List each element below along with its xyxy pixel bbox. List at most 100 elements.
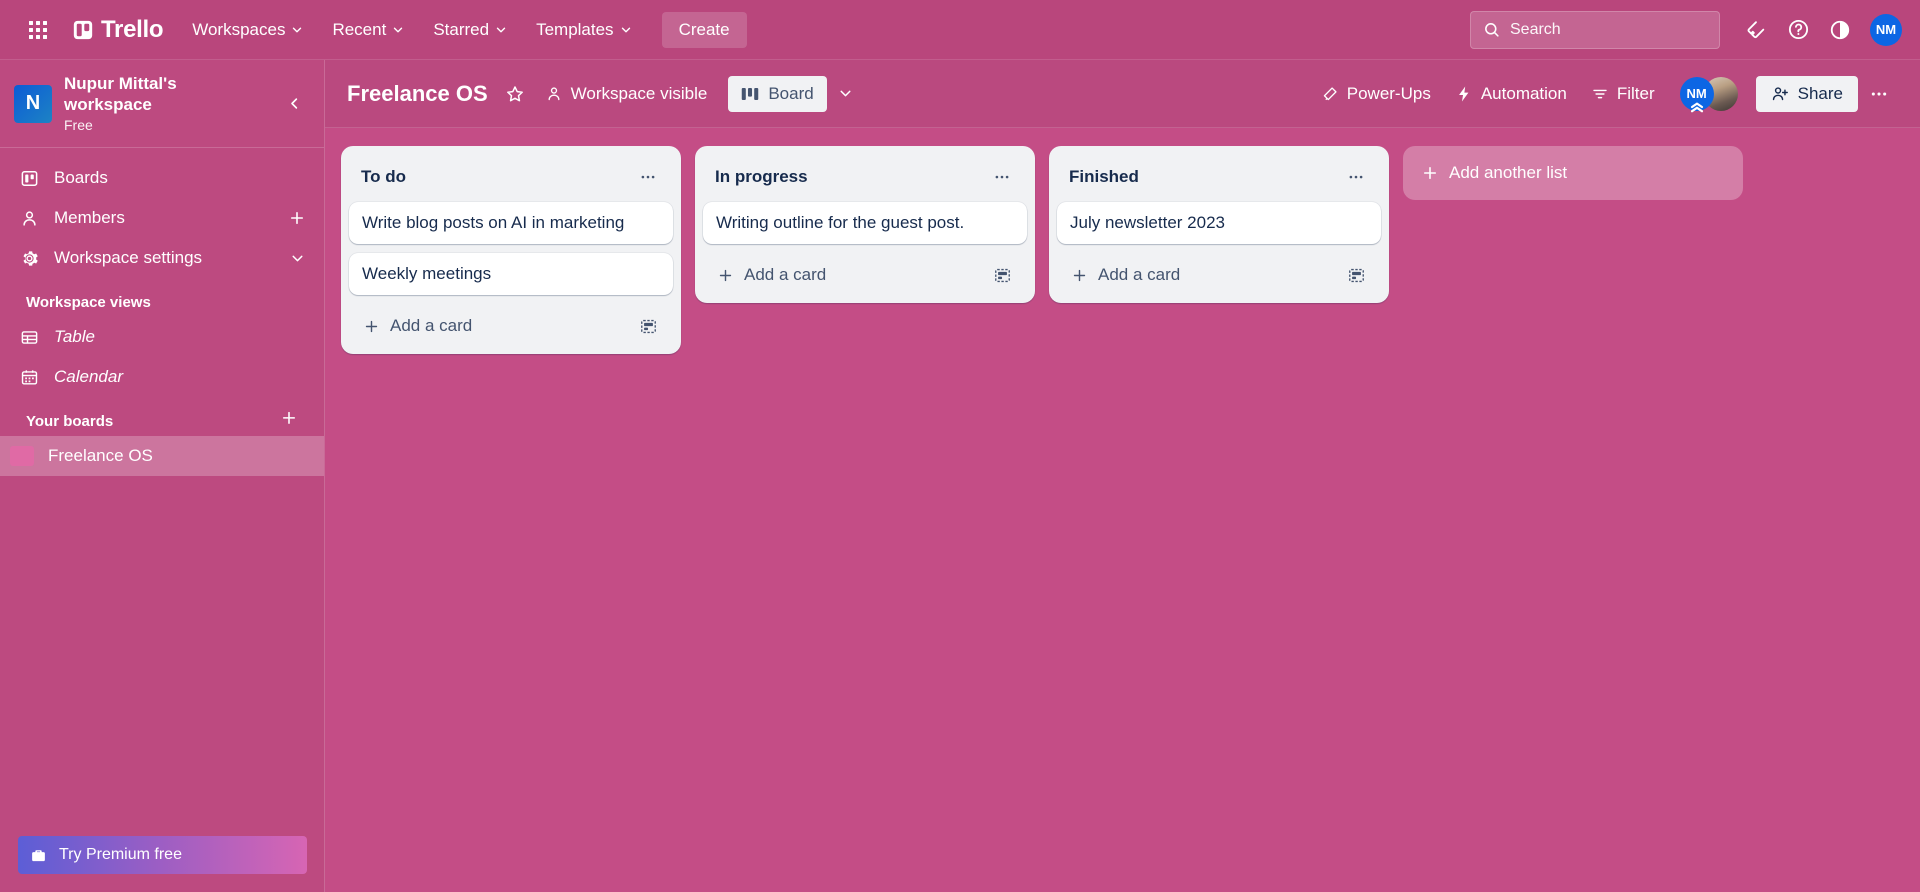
workspace-sidebar: N Nupur Mittal's workspace Free Boards M… bbox=[0, 60, 325, 892]
nav-workspaces-label: Workspaces bbox=[192, 19, 286, 39]
try-premium-free-button[interactable]: Try Premium free bbox=[18, 836, 307, 874]
sidebar-item-calendar[interactable]: Calendar bbox=[8, 357, 316, 397]
nav-item-starred[interactable]: Starred bbox=[422, 12, 519, 48]
calendar-icon bbox=[18, 368, 40, 387]
search-input[interactable]: Search bbox=[1470, 10, 1720, 49]
board-member-initials: NM bbox=[1686, 86, 1707, 101]
member-chevrons-badge-icon bbox=[1688, 102, 1706, 114]
add-board-button[interactable] bbox=[280, 409, 298, 427]
board-card[interactable]: Writing outline for the guest post. bbox=[703, 202, 1027, 244]
workspace-avatar: N bbox=[14, 84, 52, 123]
board-card[interactable]: July newsletter 2023 bbox=[1057, 202, 1381, 244]
board-view-button[interactable]: Board bbox=[728, 75, 827, 112]
members-icon bbox=[18, 209, 40, 228]
card-template-icon bbox=[1348, 268, 1364, 282]
list-footer: Add a card bbox=[349, 304, 673, 346]
plus-icon bbox=[363, 318, 380, 335]
plus-icon bbox=[290, 212, 304, 225]
add-another-list-button[interactable]: Add another list bbox=[1403, 146, 1743, 200]
top-nav-left: Trello Workspaces Recent Starred Templat… bbox=[18, 10, 747, 50]
sidebar-calendar-label: Calendar bbox=[54, 367, 123, 387]
apps-grid-button[interactable] bbox=[18, 10, 58, 50]
sidebar-item-members[interactable]: Members bbox=[8, 198, 316, 238]
board-visibility-button[interactable]: Workspace visible bbox=[534, 76, 719, 112]
board-view-icon bbox=[741, 86, 759, 102]
more-horizontal-icon bbox=[641, 175, 655, 179]
apps-grid-icon bbox=[29, 20, 47, 39]
more-horizontal-icon bbox=[1349, 175, 1363, 179]
create-button[interactable]: Create bbox=[661, 11, 747, 48]
briefcase-icon bbox=[30, 847, 47, 864]
sidebar-item-boards[interactable]: Boards bbox=[8, 158, 316, 198]
search-icon bbox=[1483, 21, 1500, 38]
list-menu-button[interactable] bbox=[1341, 162, 1371, 192]
nav-item-templates[interactable]: Templates bbox=[525, 12, 643, 48]
power-ups-button[interactable]: Power-Ups bbox=[1310, 76, 1442, 112]
sidebar-table-label: Table bbox=[54, 327, 95, 347]
nav-item-recent[interactable]: Recent bbox=[321, 12, 416, 48]
workspace-settings-expand-button[interactable] bbox=[289, 250, 306, 267]
board-view-label: Board bbox=[768, 83, 814, 103]
theme-toggle-button[interactable] bbox=[1820, 10, 1860, 50]
sidebar-workspace-settings-label: Workspace settings bbox=[54, 248, 203, 268]
create-from-template-button[interactable] bbox=[631, 309, 665, 343]
board-visibility-label: Workspace visible bbox=[570, 83, 708, 103]
brand-name: Trello bbox=[101, 15, 164, 43]
gear-icon bbox=[18, 249, 40, 268]
list-menu-button[interactable] bbox=[633, 162, 663, 192]
board-columns-icon bbox=[742, 87, 759, 100]
rocket-icon bbox=[1321, 85, 1339, 103]
nav-starred-label: Starred bbox=[433, 19, 490, 39]
trello-home-link[interactable]: Trello bbox=[62, 10, 175, 50]
sidebar-board-freelance-os[interactable]: Freelance OS bbox=[0, 436, 324, 477]
chevron-down-icon bbox=[290, 23, 304, 37]
add-card-button[interactable]: Add a card bbox=[711, 257, 985, 293]
filter-button[interactable]: Filter bbox=[1580, 76, 1666, 112]
collapse-sidebar-button[interactable] bbox=[280, 90, 308, 118]
search-placeholder: Search bbox=[1510, 20, 1561, 38]
board-card[interactable]: Weekly meetings bbox=[349, 253, 673, 295]
create-from-template-button[interactable] bbox=[985, 258, 1019, 292]
chevron-left-icon bbox=[290, 98, 297, 109]
workspace-name: Nupur Mittal's workspace bbox=[64, 74, 177, 114]
list-title[interactable]: To do bbox=[361, 167, 633, 187]
sidebar-item-table[interactable]: Table bbox=[8, 317, 316, 357]
add-card-label: Add a card bbox=[390, 316, 473, 335]
sidebar-members-label: Members bbox=[54, 208, 125, 228]
more-horizontal-icon bbox=[995, 175, 1009, 179]
notifications-button[interactable] bbox=[1736, 10, 1776, 50]
board-menu-button[interactable] bbox=[1862, 77, 1896, 111]
theme-toggle-icon bbox=[1829, 19, 1851, 41]
star-icon bbox=[506, 85, 523, 101]
notification-bell-icon bbox=[1745, 19, 1767, 41]
list-title[interactable]: Finished bbox=[1069, 167, 1341, 187]
workspace-plan: Free bbox=[64, 117, 93, 134]
list-title[interactable]: In progress bbox=[715, 167, 987, 187]
add-card-button[interactable]: Add a card bbox=[357, 308, 631, 344]
help-icon bbox=[1787, 18, 1810, 41]
board-card[interactable]: Write blog posts on AI in marketing bbox=[349, 202, 673, 244]
workspace-header[interactable]: N Nupur Mittal's workspace Free bbox=[0, 60, 324, 149]
nav-item-workspaces[interactable]: Workspaces bbox=[181, 12, 315, 48]
add-card-button[interactable]: Add a card bbox=[1065, 257, 1339, 293]
board-member-avatar[interactable]: NM bbox=[1679, 76, 1714, 114]
list-header: To do bbox=[349, 154, 673, 202]
help-button[interactable] bbox=[1778, 10, 1818, 50]
sidebar-boards-label: Boards bbox=[54, 168, 108, 188]
power-ups-label: Power-Ups bbox=[1346, 83, 1431, 103]
list-menu-button[interactable] bbox=[987, 162, 1017, 192]
star-board-button[interactable] bbox=[498, 77, 532, 111]
chevron-down-icon bbox=[494, 23, 508, 37]
filter-icon bbox=[1591, 85, 1609, 103]
share-button[interactable]: Share bbox=[1755, 75, 1858, 112]
create-from-template-button[interactable] bbox=[1339, 258, 1373, 292]
add-another-list-label: Add another list bbox=[1449, 163, 1568, 182]
sidebar-item-workspace-settings[interactable]: Workspace settings bbox=[8, 238, 316, 278]
board-view-switcher-button[interactable] bbox=[829, 77, 863, 111]
automation-button[interactable]: Automation bbox=[1444, 76, 1578, 112]
user-avatar[interactable]: NM bbox=[1870, 13, 1902, 46]
add-member-button[interactable] bbox=[288, 209, 306, 227]
plus-icon bbox=[717, 267, 734, 284]
plus-icon bbox=[282, 411, 296, 424]
premium-promo-area: Try Premium free bbox=[0, 824, 324, 892]
